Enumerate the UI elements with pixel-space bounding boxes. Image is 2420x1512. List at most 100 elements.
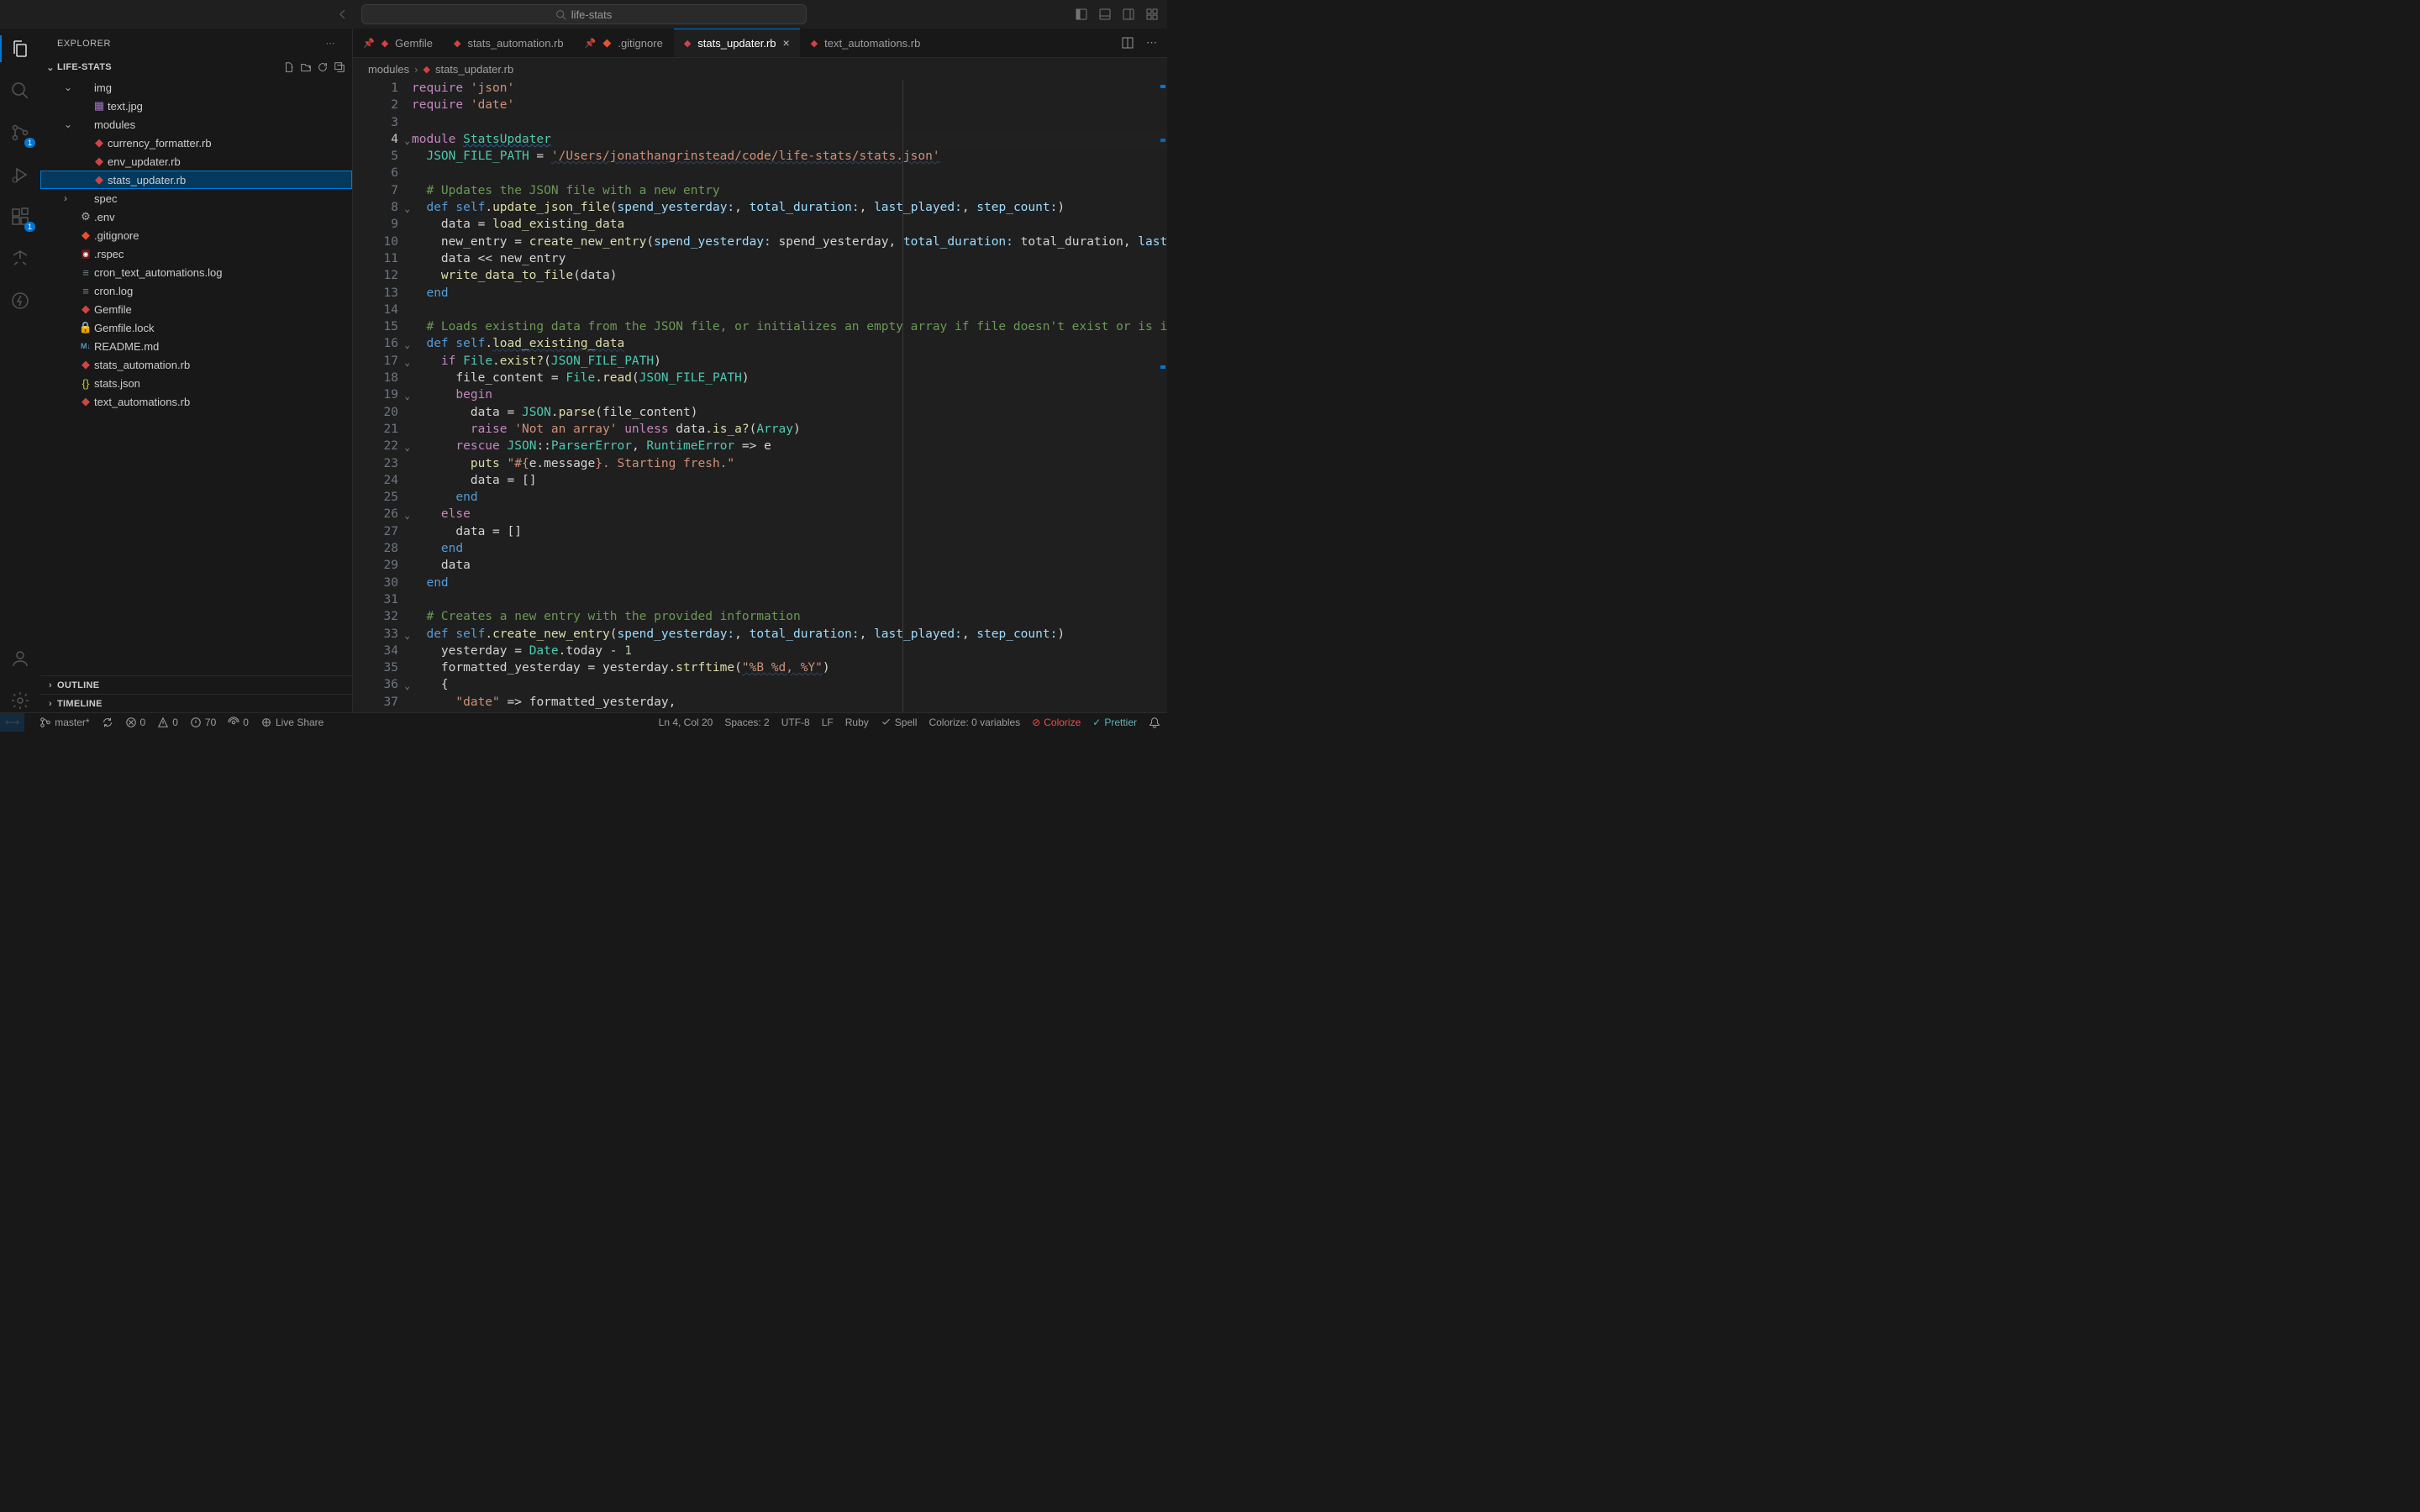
refresh-icon[interactable] (317, 61, 329, 73)
close-icon[interactable]: × (783, 36, 790, 50)
code-line[interactable]: module StatsUpdater (412, 131, 1167, 148)
line-number[interactable]: 16⌄ (353, 335, 398, 352)
line-number[interactable]: 28 (353, 540, 398, 557)
code-editor[interactable]: 1234⌄5678⌄910111213141516⌄17⌄1819⌄202122… (353, 80, 1167, 712)
folder-row[interactable]: ›spec (40, 189, 352, 207)
line-number[interactable]: 14 (353, 302, 398, 318)
activity-remote[interactable] (0, 247, 40, 270)
line-number[interactable]: 27 (353, 523, 398, 540)
line-number[interactable]: 13 (353, 285, 398, 302)
line-number[interactable]: 23 (353, 455, 398, 472)
outline-header[interactable]: ›OUTLINE (40, 675, 352, 694)
code-line[interactable]: { (412, 676, 1167, 693)
project-header[interactable]: ⌄ LIFE-STATS (40, 58, 352, 76)
cursor-position[interactable]: Ln 4, Col 20 (659, 717, 713, 728)
fold-icon[interactable]: ⌄ (404, 678, 410, 695)
breadcrumb-item[interactable]: modules (368, 63, 409, 76)
code-line[interactable] (412, 165, 1167, 181)
line-number[interactable]: 32 (353, 608, 398, 625)
code-line[interactable]: # Creates a new entry with the provided … (412, 608, 1167, 625)
editor-tab[interactable]: 📌Gemfile (353, 29, 444, 57)
timeline-header[interactable]: ›TIMELINE (40, 694, 352, 712)
line-number[interactable]: 30 (353, 575, 398, 591)
file-row[interactable]: currency_formatter.rb (40, 134, 352, 152)
file-row[interactable]: ◉.rspec (40, 244, 352, 263)
line-number[interactable]: 37 (353, 694, 398, 711)
line-number[interactable]: 9 (353, 216, 398, 233)
code-line[interactable]: new_entry = create_new_entry(spend_yeste… (412, 234, 1167, 250)
code-line[interactable]: yesterday = Date.today - 1 (412, 643, 1167, 659)
encoding[interactable]: UTF-8 (781, 717, 810, 728)
breadcrumbs[interactable]: modules › stats_updater.rb (353, 58, 1167, 80)
line-number[interactable]: 18 (353, 370, 398, 386)
code-line[interactable]: end (412, 540, 1167, 557)
line-number[interactable]: 21 (353, 421, 398, 438)
line-number[interactable]: 15 (353, 318, 398, 335)
code-line[interactable]: begin (412, 386, 1167, 403)
indentation[interactable]: Spaces: 2 (724, 717, 769, 728)
ports[interactable]: 0 (228, 717, 249, 728)
line-number[interactable]: 31 (353, 591, 398, 608)
new-file-icon[interactable] (283, 61, 295, 73)
editor-tab[interactable]: stats_automation.rb (444, 29, 575, 57)
line-number[interactable]: 36⌄ (353, 676, 398, 693)
activity-account[interactable] (0, 647, 40, 670)
fold-icon[interactable]: ⌄ (404, 388, 410, 405)
fold-icon[interactable]: ⌄ (404, 627, 410, 644)
nav-back-icon[interactable] (336, 8, 350, 21)
line-number[interactable]: 24 (353, 472, 398, 489)
line-number[interactable]: 33⌄ (353, 626, 398, 643)
git-branch[interactable]: master* (39, 717, 89, 728)
line-number[interactable]: 6 (353, 165, 398, 181)
eol[interactable]: LF (822, 717, 834, 728)
code-line[interactable]: data = load_existing_data (412, 216, 1167, 233)
code-line[interactable]: if File.exist?(JSON_FILE_PATH) (412, 353, 1167, 370)
code-line[interactable]: end (412, 575, 1167, 591)
file-row[interactable]: {}stats.json (40, 374, 352, 392)
code-line[interactable]: JSON_FILE_PATH = '/Users/jonathangrinste… (412, 148, 1167, 165)
code-line[interactable]: puts "#{e.message}. Starting fresh." (412, 455, 1167, 472)
live-share[interactable]: Live Share (260, 717, 324, 728)
split-editor-icon[interactable] (1121, 36, 1134, 50)
code-line[interactable]: require 'date' (412, 97, 1167, 113)
editor-tab[interactable]: stats_updater.rb× (674, 29, 801, 57)
remote-indicator[interactable]: ⟷ (0, 713, 24, 732)
line-number[interactable]: 26⌄ (353, 506, 398, 522)
editor-tab[interactable]: text_automations.rb (801, 29, 932, 57)
folder-row[interactable]: ⌄modules (40, 115, 352, 134)
file-row[interactable]: M↓README.md (40, 337, 352, 355)
code-line[interactable]: write_data_to_file(data) (412, 267, 1167, 284)
code-line[interactable]: rescue JSON::ParserError, RuntimeError =… (412, 438, 1167, 454)
tab-more-icon[interactable]: ⋯ (1146, 36, 1157, 50)
code-line[interactable] (412, 302, 1167, 318)
colorize-vars[interactable]: Colorize: 0 variables (929, 717, 1020, 728)
code-line[interactable]: # Updates the JSON file with a new entry (412, 182, 1167, 199)
activity-search[interactable] (0, 79, 40, 102)
code-line[interactable]: "date" => formatted_yesterday, (412, 694, 1167, 711)
code-line[interactable]: else (412, 506, 1167, 522)
line-number[interactable]: 29 (353, 557, 398, 574)
prettier-status[interactable]: ✓ Prettier (1092, 717, 1137, 728)
code-line[interactable]: data (412, 557, 1167, 574)
spell-check[interactable]: Spell (881, 717, 918, 728)
colorize-status[interactable]: ⊘ Colorize (1032, 717, 1081, 728)
line-number[interactable]: 5 (353, 148, 398, 165)
code-line[interactable] (412, 591, 1167, 608)
line-number[interactable]: 10 (353, 234, 398, 250)
code-line[interactable] (412, 114, 1167, 131)
file-row[interactable]: env_updater.rb (40, 152, 352, 171)
code-line[interactable]: data << new_entry (412, 250, 1167, 267)
toggle-panel-icon[interactable] (1098, 8, 1112, 21)
activity-explorer[interactable] (0, 37, 40, 60)
activity-thunder[interactable] (0, 289, 40, 312)
fold-icon[interactable]: ⌄ (404, 201, 410, 218)
code-line[interactable]: data = JSON.parse(file_content) (412, 404, 1167, 421)
fold-icon[interactable]: ⌄ (404, 507, 410, 524)
toggle-secondary-sidebar-icon[interactable] (1122, 8, 1135, 21)
sidebar-more-icon[interactable]: ⋯ (326, 38, 336, 49)
git-sync[interactable] (102, 717, 113, 728)
code-line[interactable]: def self.update_json_file(spend_yesterda… (412, 199, 1167, 216)
folder-row[interactable]: ⌄img (40, 78, 352, 97)
code-line[interactable]: # Loads existing data from the JSON file… (412, 318, 1167, 335)
code-line[interactable]: data = [] (412, 472, 1167, 489)
